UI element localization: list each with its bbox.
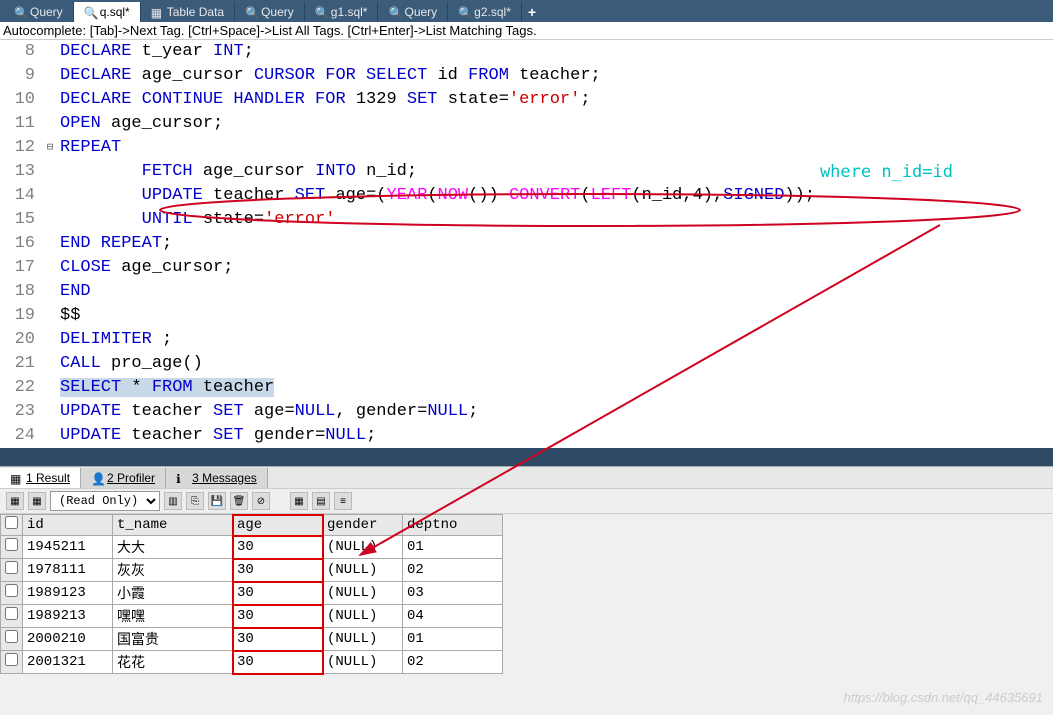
col-header-id[interactable]: id: [23, 515, 113, 536]
view-form-button[interactable]: ▤: [312, 492, 330, 510]
messages-icon: ℹ: [176, 472, 188, 484]
select-all-checkbox[interactable]: [1, 515, 23, 536]
result-toolbar: ▦ ▦ (Read Only) ▥ ⎘ 💾 🗑 ⊘ ▦ ▤ ≡: [0, 488, 1053, 514]
profiler-icon: 👤: [91, 472, 103, 484]
table-row[interactable]: 1978111 灰灰 30 (NULL) 02: [1, 559, 503, 582]
tab-profiler[interactable]: 👤2 Profiler: [81, 468, 166, 488]
query-icon: 🔍: [245, 6, 257, 18]
cell-age[interactable]: 30: [233, 628, 323, 651]
view-text-button[interactable]: ≡: [334, 492, 352, 510]
cell-id[interactable]: 2000210: [23, 628, 113, 651]
cell-id[interactable]: 1978111: [23, 559, 113, 582]
sql-icon: 🔍: [315, 6, 327, 18]
cell-gender[interactable]: (NULL): [323, 536, 403, 559]
row-checkbox[interactable]: [1, 628, 23, 651]
table-row[interactable]: 1989213 嘿嘿 30 (NULL) 04: [1, 605, 503, 628]
cell-deptno[interactable]: 01: [403, 536, 503, 559]
cell-gender[interactable]: (NULL): [323, 651, 403, 674]
row-checkbox[interactable]: [1, 536, 23, 559]
cell-id[interactable]: 1989213: [23, 605, 113, 628]
tab-g1-sql[interactable]: 🔍g1.sql*: [305, 2, 379, 22]
file-tab-bar: 🔍Query 🔍q.sql* ▦Table Data 🔍Query 🔍g1.sq…: [0, 0, 1053, 22]
row-checkbox[interactable]: [1, 605, 23, 628]
pane-separator[interactable]: [0, 448, 1053, 466]
cell-deptno[interactable]: 03: [403, 582, 503, 605]
col-header-deptno[interactable]: deptno: [403, 515, 503, 536]
add-tab-button[interactable]: +: [522, 2, 542, 22]
grid-save-button[interactable]: 💾: [208, 492, 226, 510]
cell-age[interactable]: 30: [233, 605, 323, 628]
tab-result[interactable]: ▦1 Result: [0, 468, 81, 488]
cell-deptno[interactable]: 02: [403, 651, 503, 674]
view-grid-button[interactable]: ▦: [290, 492, 308, 510]
cell-tname[interactable]: 小霞: [113, 582, 233, 605]
export-button[interactable]: ▦: [6, 492, 24, 510]
cell-gender[interactable]: (NULL): [323, 628, 403, 651]
code-area[interactable]: DECLARE t_year INT; DECLARE age_cursor C…: [58, 40, 1053, 448]
cell-gender[interactable]: (NULL): [323, 582, 403, 605]
table-icon: ▦: [151, 6, 163, 18]
cell-deptno[interactable]: 04: [403, 605, 503, 628]
cell-deptno[interactable]: 02: [403, 559, 503, 582]
query-icon: 🔍: [14, 6, 26, 18]
grid-cancel-button[interactable]: ⊘: [252, 492, 270, 510]
cell-tname[interactable]: 大大: [113, 536, 233, 559]
readonly-select[interactable]: (Read Only): [50, 491, 160, 511]
grid-delete-button[interactable]: 🗑: [230, 492, 248, 510]
autocomplete-hint: Autocomplete: [Tab]->Next Tag. [Ctrl+Spa…: [0, 22, 1053, 40]
table-row[interactable]: 2001321 花花 30 (NULL) 02: [1, 651, 503, 674]
sql-editor[interactable]: 89101112131415161718192021222324 ⊟ DECLA…: [0, 40, 1053, 448]
tab-messages[interactable]: ℹ3 Messages: [166, 468, 268, 488]
cell-id[interactable]: 1989123: [23, 582, 113, 605]
cell-age[interactable]: 30: [233, 582, 323, 605]
sql-icon: 🔍: [84, 6, 96, 18]
refresh-button[interactable]: ▦: [28, 492, 46, 510]
cell-tname[interactable]: 国富贵: [113, 628, 233, 651]
fold-toggle-icon[interactable]: ⊟: [42, 136, 58, 160]
annotation-text: where n_id=id: [820, 160, 953, 184]
tab-query-3[interactable]: 🔍Query: [378, 2, 448, 22]
cell-tname[interactable]: 花花: [113, 651, 233, 674]
grid-copy-button[interactable]: ⎘: [186, 492, 204, 510]
grid-insert-button[interactable]: ▥: [164, 492, 182, 510]
row-checkbox[interactable]: [1, 582, 23, 605]
tab-q-sql[interactable]: 🔍q.sql*: [74, 2, 141, 22]
line-number-gutter: 89101112131415161718192021222324: [0, 40, 42, 448]
tab-query-2[interactable]: 🔍Query: [235, 2, 305, 22]
table-row[interactable]: 1989123 小霞 30 (NULL) 03: [1, 582, 503, 605]
col-header-gender[interactable]: gender: [323, 515, 403, 536]
cell-gender[interactable]: (NULL): [323, 559, 403, 582]
tab-g2-sql[interactable]: 🔍g2.sql*: [448, 2, 522, 22]
cell-id[interactable]: 2001321: [23, 651, 113, 674]
cell-gender[interactable]: (NULL): [323, 605, 403, 628]
table-row[interactable]: 1945211 大大 30 (NULL) 01: [1, 536, 503, 559]
result-tab-bar: ▦1 Result 👤2 Profiler ℹ3 Messages: [0, 466, 1053, 488]
cell-id[interactable]: 1945211: [23, 536, 113, 559]
col-header-tname[interactable]: t_name: [113, 515, 233, 536]
cell-deptno[interactable]: 01: [403, 628, 503, 651]
result-grid[interactable]: id t_name age gender deptno 1945211 大大 3…: [0, 514, 503, 674]
watermark: https://blog.csdn.net/qq_44635691: [844, 690, 1044, 705]
table-row[interactable]: 2000210 国富贵 30 (NULL) 01: [1, 628, 503, 651]
col-header-age[interactable]: age: [233, 515, 323, 536]
cell-age[interactable]: 30: [233, 559, 323, 582]
tab-query-1[interactable]: 🔍Query: [4, 2, 74, 22]
row-checkbox[interactable]: [1, 559, 23, 582]
tab-table-data[interactable]: ▦Table Data: [141, 2, 235, 22]
cell-tname[interactable]: 灰灰: [113, 559, 233, 582]
row-checkbox[interactable]: [1, 651, 23, 674]
result-icon: ▦: [10, 472, 22, 484]
cell-tname[interactable]: 嘿嘿: [113, 605, 233, 628]
sql-icon: 🔍: [458, 6, 470, 18]
fold-column: ⊟: [42, 40, 58, 448]
cell-age[interactable]: 30: [233, 536, 323, 559]
query-icon: 🔍: [388, 6, 400, 18]
cell-age[interactable]: 30: [233, 651, 323, 674]
